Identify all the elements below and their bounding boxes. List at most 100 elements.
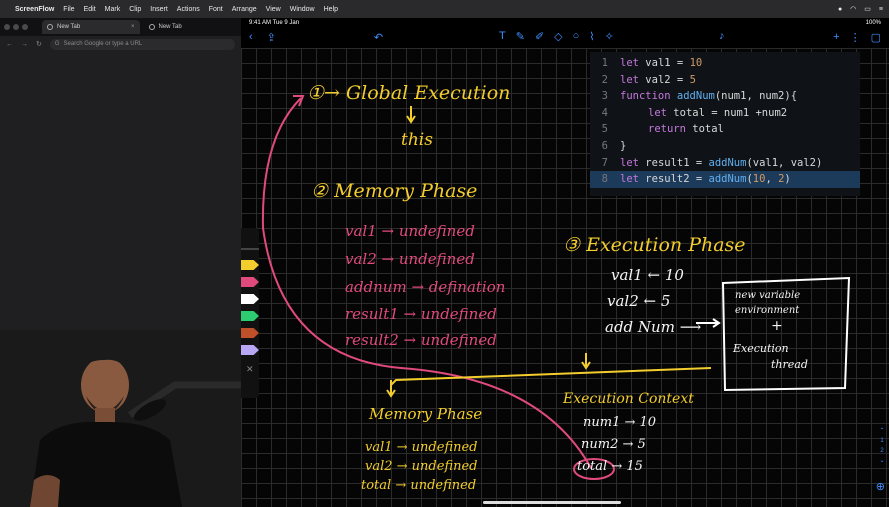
code-text: return total [620,121,724,138]
page-total: 2 [880,448,884,454]
back-chevron-icon[interactable]: ‹ [249,31,253,43]
code-line: 2 let val2 = 5 [590,72,860,89]
exec-context-title: Execution Context [563,391,694,407]
code-text: let result2 = addNum(10, 2) [620,171,791,188]
sub-memory-line: total → undefined [361,478,477,493]
code-line: 4 let total = num1 +num2 [590,105,860,122]
browser-tab[interactable]: New Tab [144,20,242,34]
menubar-status-area: ● ◠ ▭ ≡ [838,5,883,14]
tab-label: New Tab [57,24,81,30]
code-text: let val2 = 5 [620,72,696,89]
green-pen-icon[interactable] [241,311,259,321]
code-token: let [620,156,646,169]
close-tab-icon[interactable]: × [131,24,135,30]
maximize-window-button[interactable] [22,24,28,30]
minimize-window-button[interactable] [13,24,19,30]
globe-icon [148,24,155,30]
menu-file[interactable]: File [63,6,74,13]
ruler-tool-icon[interactable]: ⌇ [589,30,594,43]
line-number: 3 [601,90,608,103]
menu-arrange[interactable]: Arrange [232,6,257,13]
add-page-icon[interactable]: + [833,31,839,44]
sub-memory-title: Memory Phase [369,405,483,423]
line-number: 1 [601,57,608,69]
wifi-icon[interactable]: ◠ [850,5,856,13]
code-token: , [765,173,779,186]
code-token: function [620,90,677,103]
highlighter-tool-icon[interactable]: ✐ [535,30,544,43]
globe-icon [47,24,53,30]
code-text: let val1 = 10 [620,55,702,72]
line-number: 6 [601,139,608,152]
menu-window[interactable]: Window [290,6,315,13]
undo-icon[interactable]: ↶ [374,31,383,44]
code-text: let result1 = addNum(val1, val2) [620,155,822,172]
white-pen-icon[interactable] [241,294,259,304]
page-up-icon[interactable]: ⌃ [877,426,887,436]
presenter-image [0,330,241,507]
browser-tabbar: New Tab × New Tab [0,18,241,36]
more-options-icon[interactable]: ⋮ [850,31,861,44]
menu-clip[interactable]: Clip [129,6,141,13]
code-token: let [648,106,674,119]
zoom-icon[interactable]: ⊕ [876,480,885,493]
record-icon[interactable]: ● [838,6,842,13]
box-line: Execution [733,342,789,355]
microphone-icon[interactable]: ♪ [719,30,725,42]
drawing-canvas[interactable]: 1 let val1 = 10 2 let val2 = 5 3 function add… [241,48,889,507]
address-placeholder: Search Google or type a URL [63,41,143,47]
drawing-tools: T ✎ ✐ ◇ ○ ⌇ ✧ [499,30,614,43]
code-text: function addNum(num1, num2){ [620,88,797,105]
page-grid-icon[interactable]: ▢ [871,31,881,44]
line-number: 2 [601,73,608,86]
orange-pen-icon[interactable] [241,328,259,338]
browser-tab[interactable]: New Tab × [42,20,140,34]
menu-actions[interactable]: Actions [177,6,200,13]
close-palette-icon[interactable]: ✕ [246,364,254,375]
app-name[interactable]: ScreenFlow [15,6,54,13]
palette-handle[interactable] [241,248,259,250]
yellow-pen-icon[interactable] [241,260,259,270]
memory-line: val1 → undefined [345,222,475,240]
control-center-icon[interactable]: ≡ [879,6,883,13]
execution-phase-title: ③ Execution Phase [563,234,746,256]
close-window-button[interactable] [4,24,10,30]
ipad-time: 9:41 AM Tue 9 Jan [249,20,300,26]
code-token: val1 = [645,57,690,69]
line-number: 8 [601,173,608,186]
menu-font[interactable]: Font [209,6,223,13]
address-bar[interactable]: G Search Google or type a URL [49,38,235,50]
reload-icon[interactable]: ↻ [36,40,42,48]
code-token: addNum [708,173,747,186]
pink-pen-icon[interactable] [241,277,259,287]
code-token: 10 [689,57,703,69]
text-tool-icon[interactable]: T [499,30,506,43]
lasso-tool-icon[interactable]: ○ [573,30,580,43]
menu-edit[interactable]: Edit [84,6,96,13]
menu-view[interactable]: View [266,6,281,13]
exec-addnum: add Num ⟶ [605,318,702,336]
laser-tool-icon[interactable]: ✧ [605,30,614,43]
pen-tool-icon[interactable]: ✎ [516,30,525,43]
code-line: 7 let result1 = addNum(val1, val2) [590,155,860,172]
memory-line: result2 → undefined [345,331,497,349]
menu-mark[interactable]: Mark [105,6,121,13]
code-token: 5 [689,73,696,86]
code-token: } [620,139,627,152]
code-token: val2 = [645,73,690,86]
page-down-icon[interactable]: ⌄ [877,456,887,466]
code-token: addNum [708,156,747,169]
share-icon[interactable]: ⇪ [267,31,276,44]
eraser-tool-icon[interactable]: ◇ [554,30,562,43]
forward-icon[interactable]: → [21,41,28,48]
page-indicator[interactable]: ⌃ 1 2 ⌄ [877,426,887,466]
code-token: 10 [752,173,766,186]
back-icon[interactable]: ← [6,41,13,48]
menu-help[interactable]: Help [324,6,338,13]
battery-icon[interactable]: ▭ [864,5,871,13]
code-text: let total = num1 +num2 [620,105,787,122]
exec-val2: val2 ← 5 [607,292,671,310]
menu-insert[interactable]: Insert [150,6,168,13]
line-number: 4 [601,106,608,119]
lavender-pen-icon[interactable] [241,345,259,355]
